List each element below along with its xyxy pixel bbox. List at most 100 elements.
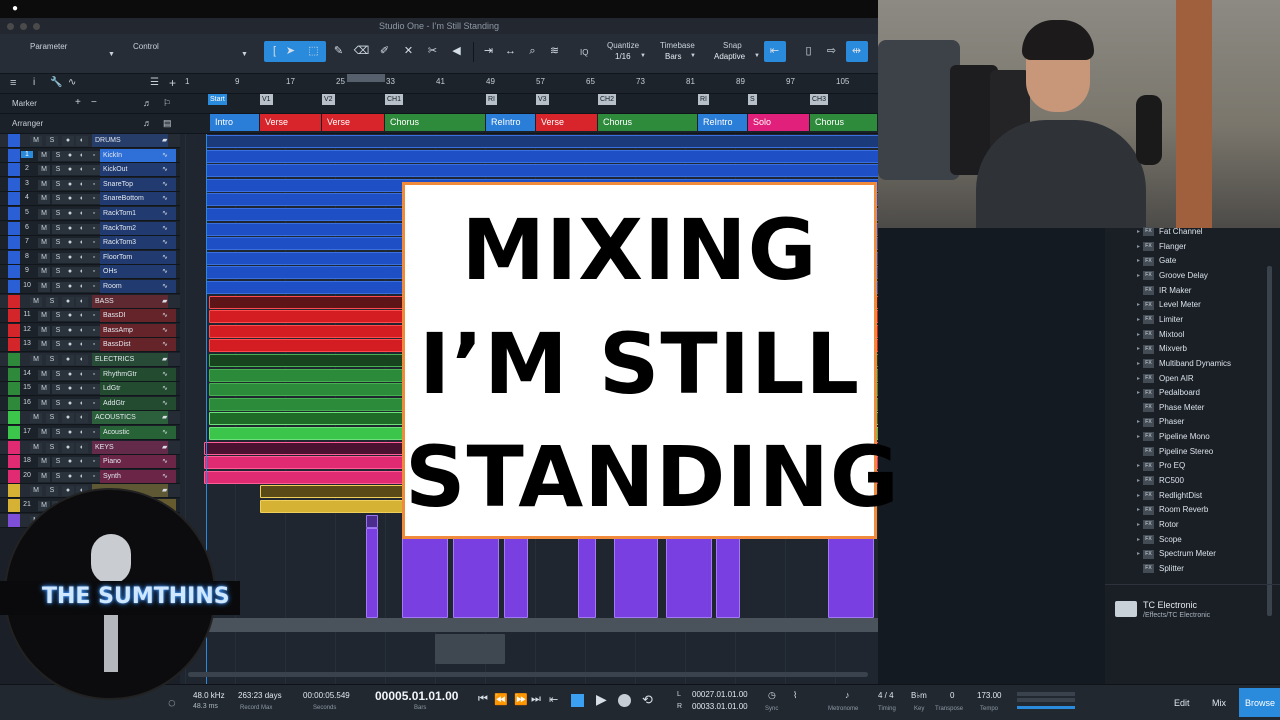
midi-clip[interactable] xyxy=(828,528,874,618)
record-arm-button[interactable]: ● xyxy=(64,238,76,249)
mute-button[interactable]: M xyxy=(38,325,50,336)
arrow-tool-icon[interactable]: ➤ xyxy=(282,42,299,61)
edit-button[interactable]: Edit xyxy=(1174,698,1190,708)
minimize-window-icon[interactable] xyxy=(20,23,27,30)
expand-arrow-icon[interactable]: ▸ xyxy=(1137,313,1140,327)
browser-item[interactable]: ▸ FX Spectrum Meter xyxy=(1137,547,1216,561)
pencil-tool-icon[interactable]: ✎ xyxy=(330,42,347,61)
solo-button[interactable]: S xyxy=(52,150,64,161)
range-tool-icon[interactable]: [ xyxy=(266,42,283,61)
autoscroll-icon[interactable]: ▯ xyxy=(800,42,817,61)
monitor-button[interactable]: ◐ xyxy=(76,311,88,322)
solo-button[interactable]: S xyxy=(52,311,64,322)
solo-button[interactable]: S xyxy=(52,165,64,176)
mute-button[interactable]: M xyxy=(30,296,42,307)
midi-clip[interactable] xyxy=(578,528,596,618)
timebase-dropdown-icon[interactable]: ▼ xyxy=(690,53,696,59)
expand-arrow-icon[interactable]: ▸ xyxy=(1137,489,1140,503)
record-arm-button[interactable]: ● xyxy=(64,471,76,482)
track-row[interactable]: 8 M S ● ◐ ▫ FloorTom ∿ xyxy=(0,250,180,265)
midi-clip[interactable] xyxy=(666,528,712,618)
iq-button[interactable]: IQ xyxy=(580,48,588,57)
track-row[interactable]: 3 M S ● ◐ ▫ SnareTop ∿ xyxy=(0,177,180,192)
fast-forward-icon[interactable]: ⏩ xyxy=(514,693,528,706)
timebase-value[interactable]: Bars xyxy=(665,52,681,61)
remove-marker-icon[interactable]: − xyxy=(91,97,97,108)
midi-clip[interactable] xyxy=(504,528,528,618)
metronome-icon[interactable]: ♪ xyxy=(845,690,850,700)
midi-clip[interactable] xyxy=(402,528,448,618)
browser-item[interactable]: ▸ FX Scope xyxy=(1137,533,1182,547)
audio-clip[interactable] xyxy=(206,164,878,178)
marker-flag[interactable]: Start xyxy=(208,94,227,105)
solo-button[interactable]: S xyxy=(52,194,64,205)
browser-item[interactable]: FX Splitter xyxy=(1143,562,1184,576)
wrench-icon[interactable]: 🔧 xyxy=(50,77,62,88)
previous-marker-icon[interactable]: ⇤ xyxy=(549,693,558,706)
record-arm-button[interactable]: ● xyxy=(64,194,76,205)
monitor-button[interactable]: ◐ xyxy=(76,413,88,424)
browser-item[interactable]: ▸ FX Pipeline Mono xyxy=(1137,430,1210,444)
close-window-icon[interactable] xyxy=(7,23,14,30)
input-button[interactable]: ▫ xyxy=(88,398,100,409)
mute-button[interactable]: M xyxy=(30,442,42,453)
input-button[interactable]: ▫ xyxy=(88,252,100,263)
track-row[interactable]: 16 M S ● ◐ ▫ AddGtr ∿ xyxy=(0,396,180,411)
browser-item[interactable]: FX IR Maker xyxy=(1143,284,1191,298)
stop-button[interactable] xyxy=(571,694,584,707)
arranger-section[interactable]: Chorus xyxy=(385,114,485,131)
mute-button[interactable]: M xyxy=(38,398,50,409)
track-row[interactable]: 10 M S ● ◐ ▫ Room ∿ xyxy=(0,280,180,294)
solo-button[interactable]: S xyxy=(52,471,64,482)
marker-flag[interactable]: CH2 xyxy=(598,94,617,105)
expand-arrow-icon[interactable]: ▸ xyxy=(1137,459,1140,473)
browser-item[interactable]: ▸ FX Rotor xyxy=(1137,518,1179,532)
mute-button[interactable]: M xyxy=(38,223,50,234)
track-row[interactable]: 9 M S ● ◐ ▫ OHs ∿ xyxy=(0,265,180,280)
select-tool-icon[interactable]: ⬚ xyxy=(305,42,322,61)
marker-flag[interactable]: S xyxy=(748,94,757,105)
marker-flag[interactable]: RI xyxy=(486,94,497,105)
browser-item[interactable]: ▸ FX Phaser xyxy=(1137,415,1184,429)
tempo-value[interactable]: 173.00 xyxy=(977,691,1001,700)
solo-button[interactable]: S xyxy=(52,428,64,438)
input-button[interactable]: ▫ xyxy=(88,150,100,161)
arranger-section[interactable]: Solo xyxy=(748,114,809,131)
quantize-dropdown-icon[interactable]: ▼ xyxy=(640,53,646,59)
mute-tool-icon[interactable]: ✕ xyxy=(400,42,417,61)
track-row[interactable]: M S ● ◐ DRUMS ▰ xyxy=(0,134,180,148)
sync-icon[interactable]: ◷ xyxy=(768,690,776,701)
browser-item[interactable]: ▸ FX Mixtool xyxy=(1137,328,1184,342)
record-arm-button[interactable]: ● xyxy=(62,413,74,424)
audio-clip[interactable] xyxy=(206,135,878,148)
expand-arrow-icon[interactable]: ▸ xyxy=(1137,386,1140,400)
mute-button[interactable]: M xyxy=(38,194,50,205)
expand-arrow-icon[interactable]: ▸ xyxy=(1137,503,1140,517)
follow-icon[interactable]: ⇨ xyxy=(823,42,840,61)
audio-clip[interactable] xyxy=(200,618,878,632)
horizontal-scrollbar[interactable] xyxy=(188,672,868,677)
go-to-end-icon[interactable]: ⏭ xyxy=(531,693,541,706)
solo-button[interactable]: S xyxy=(46,413,58,424)
record-arm-button[interactable]: ● xyxy=(64,223,76,234)
record-arm-button[interactable]: ● xyxy=(62,442,74,453)
parameter-dropdown-icon[interactable]: ▼ xyxy=(108,51,115,58)
mute-button[interactable]: M xyxy=(38,238,50,249)
input-button[interactable]: ▫ xyxy=(88,209,100,219)
snap-value[interactable]: Adaptive xyxy=(714,52,745,61)
mute-button[interactable]: M xyxy=(38,340,50,351)
monitor-button[interactable]: ◐ xyxy=(76,238,88,249)
monitor-button[interactable]: ◐ xyxy=(76,282,88,292)
monitor-button[interactable]: ◐ xyxy=(76,398,88,409)
mute-button[interactable]: M xyxy=(30,136,42,146)
input-button[interactable]: ▫ xyxy=(88,179,100,190)
input-button[interactable]: ▫ xyxy=(88,223,100,234)
solo-button[interactable]: S xyxy=(52,282,64,292)
expand-arrow-icon[interactable]: ▸ xyxy=(1137,225,1140,239)
automation-icon[interactable]: ∿ xyxy=(68,77,76,88)
scissors-tool-icon[interactable]: ≋ xyxy=(546,42,563,61)
zoom-tool-icon[interactable]: ⌕ xyxy=(524,42,541,61)
expand-arrow-icon[interactable]: ▸ xyxy=(1137,328,1140,342)
arranger-section[interactable]: Intro xyxy=(210,114,259,131)
marker-flag[interactable]: CH1 xyxy=(385,94,404,105)
